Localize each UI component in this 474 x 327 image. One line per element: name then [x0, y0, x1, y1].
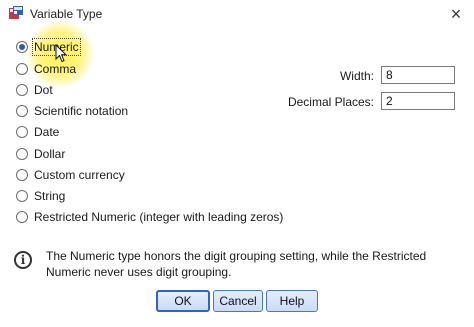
radio-label: Dot — [34, 83, 53, 97]
radio-button[interactable] — [16, 169, 28, 181]
close-icon: × — [450, 4, 462, 24]
radio-label: String — [34, 189, 66, 203]
radio-button[interactable] — [16, 190, 28, 202]
width-label: Width: — [339, 69, 374, 83]
title-bar: Variable Type × — [0, 0, 474, 28]
width-input[interactable] — [381, 66, 455, 84]
radio-label: Comma — [34, 62, 77, 76]
radio-restricted-numeric[interactable]: Restricted Numeric (integer with leading… — [16, 209, 283, 225]
help-button[interactable]: Help — [266, 290, 318, 312]
radio-label: Date — [34, 125, 60, 139]
radio-dot[interactable]: Dot — [16, 82, 53, 98]
radio-label: Restricted Numeric (integer with leading… — [34, 210, 284, 224]
ok-button[interactable]: OK — [156, 290, 210, 312]
radio-button[interactable] — [16, 41, 28, 53]
radio-dollar[interactable]: Dollar — [16, 146, 65, 162]
dialog-title: Variable Type — [30, 7, 103, 21]
radio-label: Dollar — [34, 147, 66, 161]
close-button[interactable]: × — [446, 4, 466, 24]
mouse-pointer-icon — [55, 44, 67, 63]
radio-label: Custom currency — [34, 168, 125, 182]
radio-custom-currency[interactable]: Custom currency — [16, 167, 125, 183]
info-icon: i — [14, 251, 32, 269]
radio-button[interactable] — [16, 148, 28, 160]
radio-comma[interactable]: Comma — [16, 61, 76, 77]
radio-button[interactable] — [16, 84, 28, 96]
info-message: The Numeric type honors the digit groupi… — [46, 249, 427, 279]
radio-button[interactable] — [16, 63, 28, 75]
radio-button[interactable] — [16, 105, 28, 117]
radio-date[interactable]: Date — [16, 124, 59, 140]
radio-numeric[interactable]: Numeric — [16, 38, 81, 56]
radio-string[interactable]: String — [16, 188, 65, 204]
radio-scientific-notation[interactable]: Scientific notation — [16, 103, 128, 119]
spss-variable-icon — [9, 6, 23, 19]
decimal-places-input[interactable] — [381, 92, 455, 110]
radio-button[interactable] — [16, 126, 28, 138]
cancel-button[interactable]: Cancel — [213, 290, 263, 312]
radio-button[interactable] — [16, 211, 28, 223]
variable-type-dialog: Variable Type × Numeric Comma Dot Scient… — [0, 0, 474, 327]
radio-label: Scientific notation — [34, 104, 129, 118]
decimal-places-label: Decimal Places: — [287, 95, 374, 109]
